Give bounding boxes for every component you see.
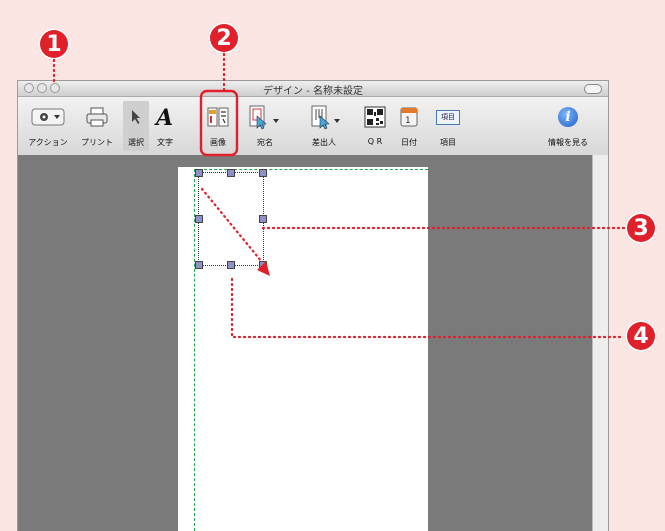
text-label: 文字 <box>157 138 173 147</box>
get-info-label: 情報を見る <box>548 138 588 147</box>
field-icon: 項目 <box>436 109 460 125</box>
sender-label: 差出人 <box>312 138 336 147</box>
field-label: 項目 <box>440 138 456 147</box>
resize-handle-bottom-left[interactable] <box>195 261 203 269</box>
qr-code-icon <box>364 106 386 128</box>
image-label: 画像 <box>210 138 226 147</box>
select-tool-button[interactable]: 選択 <box>123 101 149 151</box>
calendar-icon: 1 <box>400 107 418 127</box>
resize-handle-right[interactable] <box>259 215 267 223</box>
resize-handle-bottom-right[interactable] <box>259 261 267 269</box>
image-frame[interactable] <box>195 169 267 269</box>
field-tool-button[interactable]: 項目 項目 <box>433 101 463 151</box>
print-button[interactable]: プリント <box>73 101 121 151</box>
address-label: 宛名 <box>257 138 273 147</box>
resize-handle-bottom[interactable] <box>227 261 235 269</box>
action-button[interactable]: アクション <box>23 101 73 151</box>
resize-handle-top-right[interactable] <box>259 169 267 177</box>
callout-2: 2 <box>208 22 240 54</box>
toolbar: アクション プリント 選択 A 文字 画像 宛名 差出人 Q R 1 日付 項目… <box>18 97 608 156</box>
image-tool-button[interactable]: 画像 <box>201 101 235 151</box>
callout-3: 3 <box>625 212 657 244</box>
date-label: 日付 <box>401 138 417 147</box>
design-canvas[interactable] <box>18 155 592 531</box>
action-label: アクション <box>28 138 68 147</box>
image-icon <box>207 107 229 127</box>
window-title: デザイン - 名称未設定 <box>263 86 363 97</box>
print-label: プリント <box>81 138 113 147</box>
resize-handle-left[interactable] <box>195 215 203 223</box>
margin-guide-left <box>194 169 195 531</box>
printer-icon <box>86 107 108 127</box>
arrow-pointer-icon <box>132 110 140 124</box>
address-tool-button[interactable]: 宛名 <box>243 101 287 151</box>
title-bar[interactable]: デザイン - 名称未設定 <box>18 81 608 97</box>
design-window: デザイン - 名称未設定 アクション プリント 選択 A 文字 画像 宛名 差出… <box>17 80 609 531</box>
svg-text:1: 1 <box>405 116 411 126</box>
vertical-scrollbar[interactable] <box>592 155 608 531</box>
info-icon: i <box>558 107 578 127</box>
resize-handle-top-left[interactable] <box>195 169 203 177</box>
qr-label: Q R <box>367 137 383 146</box>
date-tool-button[interactable]: 1 日付 <box>394 101 424 151</box>
paper-sheet[interactable] <box>178 167 428 531</box>
resize-handle-top[interactable] <box>227 169 235 177</box>
sender-tool-button[interactable]: 差出人 <box>298 101 350 151</box>
get-info-button[interactable]: i 情報を見る <box>543 101 593 151</box>
qr-tool-button[interactable]: Q R <box>360 101 390 151</box>
text-a-icon: A <box>154 105 173 129</box>
svg-text:A: A <box>154 105 173 129</box>
sender-icon <box>311 105 340 130</box>
select-label: 選択 <box>128 138 144 147</box>
toolbar-toggle-icon[interactable] <box>584 84 602 94</box>
gear-icon <box>31 108 65 126</box>
callout-4: 4 <box>625 320 657 352</box>
text-tool-button[interactable]: A 文字 <box>151 101 179 151</box>
callout-1: 1 <box>38 28 70 60</box>
address-icon <box>249 105 279 130</box>
